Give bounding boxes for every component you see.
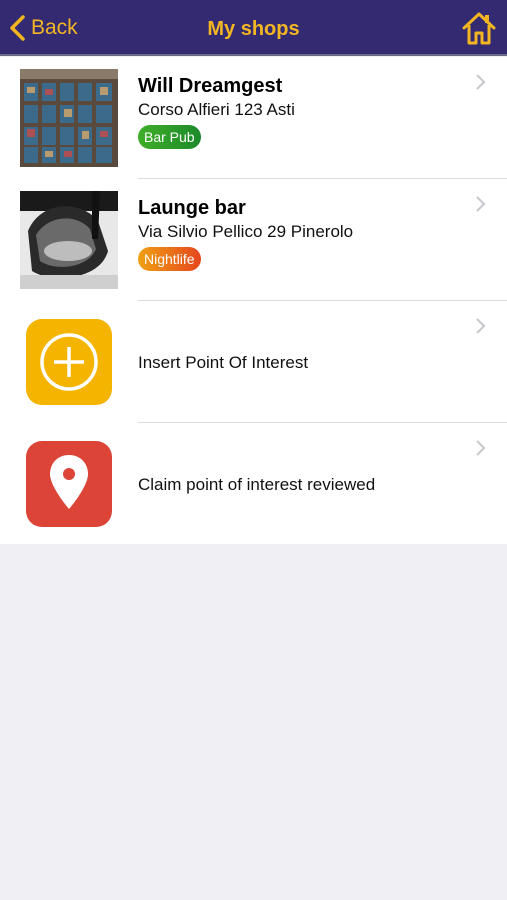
chevron-right-icon — [476, 440, 486, 456]
page-title: My shops — [207, 18, 300, 40]
shop-thumbnail — [20, 191, 118, 289]
add-circle-icon — [26, 319, 112, 405]
shop-name: Launge bar — [138, 197, 246, 219]
shop-address: Corso Alfieri 123 Asti — [138, 100, 295, 119]
shop-row-launge-bar[interactable]: Launge bar Via Silvio Pellico 29 Pinerol… — [0, 179, 507, 301]
shop-address: Via Silvio Pellico 29 Pinerolo — [138, 222, 354, 241]
chevron-right-icon — [476, 318, 486, 334]
insert-poi-label: Insert Point Of Interest — [138, 353, 309, 372]
chevron-right-icon — [476, 74, 486, 90]
category-badge: Bar Pub — [138, 125, 201, 149]
home-icon[interactable] — [461, 10, 497, 46]
claim-poi-row[interactable]: Claim point of interest reviewed — [0, 423, 507, 545]
insert-poi-row[interactable]: Insert Point Of Interest — [0, 301, 507, 423]
claim-poi-label: Claim point of interest reviewed — [138, 475, 376, 494]
map-pin-icon — [26, 441, 112, 527]
chevron-right-icon — [476, 196, 486, 212]
navigation-bar: Back My shops — [0, 0, 507, 56]
shops-list: Will Dreamgest Corso Alfieri 123 Asti Ba… — [0, 57, 507, 544]
category-badge: Nightlife — [138, 247, 201, 271]
shop-thumbnail — [20, 69, 118, 167]
shop-name: Will Dreamgest — [138, 75, 283, 97]
shop-row-will-dreamgest[interactable]: Will Dreamgest Corso Alfieri 123 Asti Ba… — [0, 57, 507, 179]
